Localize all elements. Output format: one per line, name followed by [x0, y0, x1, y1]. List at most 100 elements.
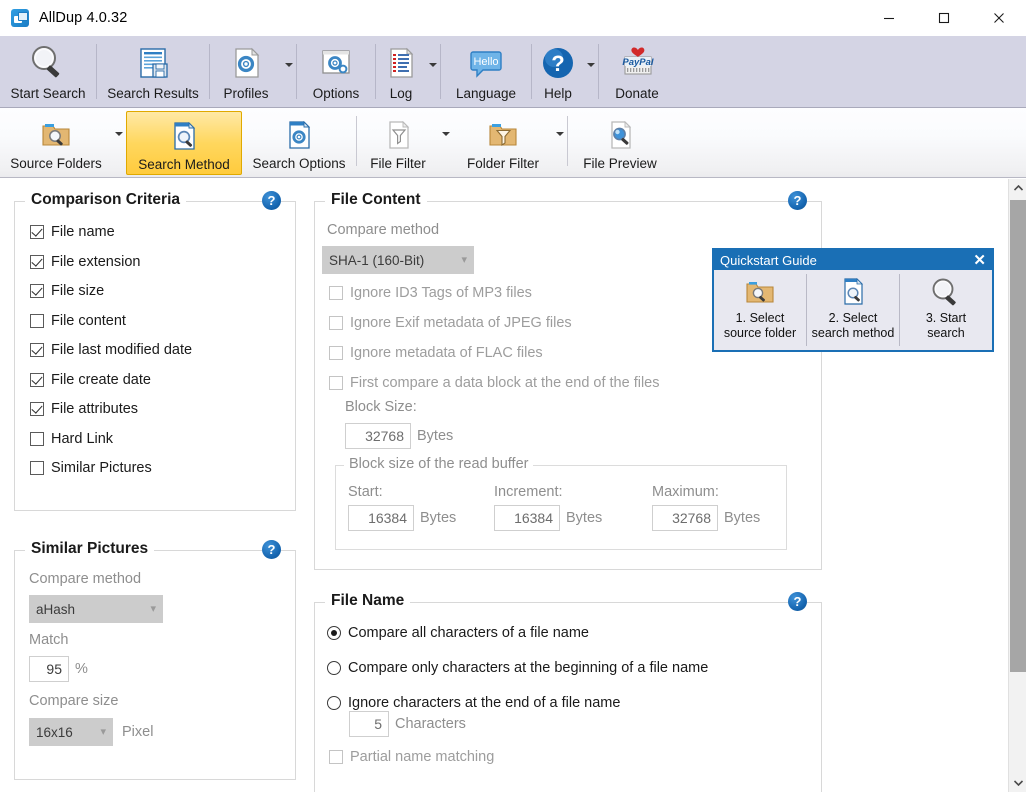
chevron-down-icon: ▾ — [461, 253, 467, 266]
similar-compare-method-select[interactable]: aHash ▾ — [29, 595, 163, 623]
toolbar-button-log[interactable]: Log — [376, 36, 426, 107]
file-content-help-icon[interactable]: ? — [788, 191, 807, 210]
toolbar-button-language[interactable]: Hello Language — [441, 36, 531, 107]
chevron-up-icon[interactable] — [1009, 179, 1026, 197]
checkbox-box — [30, 402, 44, 416]
checkbox-first-compare-end-block[interactable]: First compare a data block at the end of… — [329, 375, 660, 391]
profiles-dropdown-arrow[interactable] — [282, 36, 296, 107]
language-hello-icon: Hello — [463, 41, 509, 85]
tab-source-folders[interactable]: Source Folders — [0, 111, 112, 175]
checkbox-file-attributes[interactable]: File attributes — [30, 401, 192, 417]
checkbox-file-last-modified-date[interactable]: File last modified date — [30, 342, 192, 358]
characters-input[interactable]: 5 — [349, 711, 389, 737]
log-dropdown-arrow[interactable] — [426, 36, 440, 107]
toolbar-button-donate[interactable]: PayPal Donate — [599, 36, 675, 107]
tab-file-preview[interactable]: File Preview — [568, 111, 672, 175]
file-content-compare-method-select[interactable]: SHA-1 (160-Bit) ▾ — [322, 246, 474, 274]
document-preview-icon — [603, 115, 637, 155]
quickstart-guide-title: Quickstart Guide — [720, 252, 817, 268]
document-funnel-icon — [381, 115, 415, 155]
svg-text:PayPal: PayPal — [622, 57, 654, 68]
checkbox-file-name[interactable]: File name — [30, 224, 192, 240]
toolbar-button-profiles[interactable]: Profiles — [210, 36, 282, 107]
toolbar-button-start-search[interactable]: Start Search — [0, 36, 96, 107]
checkbox-label: Ignore Exif metadata of JPEG files — [350, 315, 572, 331]
compare-size-select[interactable]: 16x16 ▾ — [29, 718, 113, 746]
radio-dot — [327, 661, 341, 675]
block-size-label: Block Size: — [345, 399, 417, 415]
folder-search-icon — [38, 115, 74, 155]
tab-search-method[interactable]: Search Method — [126, 111, 242, 175]
comparison-criteria-group: Comparison Criteria ? File name File ext… — [14, 191, 296, 511]
similar-pictures-help-icon[interactable]: ? — [262, 540, 281, 559]
checkbox-file-extension[interactable]: File extension — [30, 254, 192, 270]
checkbox-ignore-exif-metadata[interactable]: Ignore Exif metadata of JPEG files — [329, 315, 660, 331]
checkbox-label: File content — [51, 312, 126, 329]
maximize-icon[interactable] — [916, 0, 971, 36]
checkbox-box — [30, 313, 44, 328]
tab-label: File Filter — [370, 156, 426, 171]
file-filter-dropdown-arrow[interactable] — [439, 108, 453, 177]
minimize-icon[interactable] — [861, 0, 916, 36]
folder-search-icon — [743, 275, 777, 309]
source-folders-dropdown-arrow[interactable] — [112, 108, 126, 177]
comparison-criteria-help-icon[interactable]: ? — [262, 191, 281, 210]
block-size-input[interactable]: 32768 — [345, 423, 411, 449]
quickstart-step-select-search-method[interactable]: 2. Select search method — [807, 270, 899, 350]
close-icon[interactable] — [971, 0, 1026, 36]
read-buffer-increment-input[interactable]: 16384 — [494, 505, 560, 531]
help-dropdown-arrow[interactable] — [584, 36, 598, 107]
scrollbar-thumb[interactable] — [1010, 200, 1026, 672]
checkbox-label: File last modified date — [51, 342, 193, 358]
alldup-window: AllDup 4.0.32 Start Search Search Result… — [0, 0, 1026, 792]
select-value: SHA-1 (160-Bit) — [329, 252, 425, 268]
tab-search-options[interactable]: Search Options — [242, 111, 356, 175]
quickstart-step-text: 3. Start search — [925, 311, 967, 340]
toolbar-button-options[interactable]: Options — [297, 36, 375, 107]
profiles-gear-icon — [227, 41, 265, 85]
tab-file-filter[interactable]: File Filter — [357, 111, 439, 175]
tab-folder-filter[interactable]: Folder Filter — [453, 111, 553, 175]
alldup-logo-icon — [11, 9, 29, 27]
read-buffer-maximum-input[interactable]: 32768 — [652, 505, 718, 531]
folder-filter-dropdown-arrow[interactable] — [553, 108, 567, 177]
checkbox-label: File create date — [51, 371, 151, 388]
checkbox-label: Similar Pictures — [51, 460, 152, 476]
checkbox-similar-pictures[interactable]: Similar Pictures — [30, 460, 192, 476]
toolbar-button-search-results[interactable]: Search Results — [97, 36, 209, 107]
toolbar-label: Options — [312, 86, 360, 101]
vertical-scrollbar[interactable] — [1008, 179, 1026, 792]
select-value: 16x16 — [36, 724, 73, 740]
options-gear-icon — [316, 41, 356, 85]
checkbox-hard-link[interactable]: Hard Link — [30, 431, 192, 447]
checkbox-partial-name-matching[interactable]: Partial name matching — [329, 749, 494, 765]
toolbar-button-help[interactable]: ? Help — [532, 36, 584, 107]
chevron-down-icon: ▾ — [150, 602, 156, 615]
file-name-help-icon[interactable]: ? — [788, 592, 807, 611]
read-buffer-start-unit: Bytes — [420, 510, 457, 526]
radio-compare-all-characters[interactable]: Compare all characters of a file name — [327, 625, 708, 641]
checkbox-ignore-flac-metadata[interactable]: Ignore metadata of FLAC files — [329, 345, 660, 361]
read-buffer-start-input[interactable]: 16384 — [348, 505, 414, 531]
help-question-icon: ? — [538, 41, 578, 85]
radio-ignore-end-characters[interactable]: Ignore characters at the end of a file n… — [327, 695, 708, 711]
read-buffer-increment-label: Increment: — [494, 484, 563, 500]
checkbox-ignore-id3-tags[interactable]: Ignore ID3 Tags of MP3 files — [329, 285, 660, 301]
match-input[interactable]: 95 — [29, 656, 69, 682]
radio-label: Ignore characters at the end of a file n… — [348, 695, 621, 711]
toolbar-label: Help — [544, 86, 572, 101]
comparison-criteria-title: Comparison Criteria — [25, 191, 187, 209]
checkbox-file-size[interactable]: File size — [30, 283, 192, 299]
quickstart-step-text: 2. Select search method — [811, 311, 895, 340]
checkbox-file-create-date[interactable]: File create date — [30, 372, 192, 388]
chevron-down-icon[interactable] — [1009, 774, 1026, 792]
checkbox-box — [30, 372, 44, 387]
close-icon[interactable]: ✕ — [971, 253, 988, 268]
quickstart-step-select-source-folder[interactable]: 1. Select source folder — [714, 270, 806, 350]
radio-compare-beginning-characters[interactable]: Compare only characters at the beginning… — [327, 660, 708, 676]
quickstart-step-start-search[interactable]: 3. Start search — [900, 270, 992, 350]
quickstart-guide-dialog: Quickstart Guide ✕ 1. Select source fold… — [712, 248, 994, 352]
checkbox-file-content[interactable]: File content — [30, 313, 192, 329]
checkbox-label: Ignore ID3 Tags of MP3 files — [350, 285, 532, 301]
main-toolbar: Start Search Search Results Profiles Opt… — [0, 36, 1026, 108]
